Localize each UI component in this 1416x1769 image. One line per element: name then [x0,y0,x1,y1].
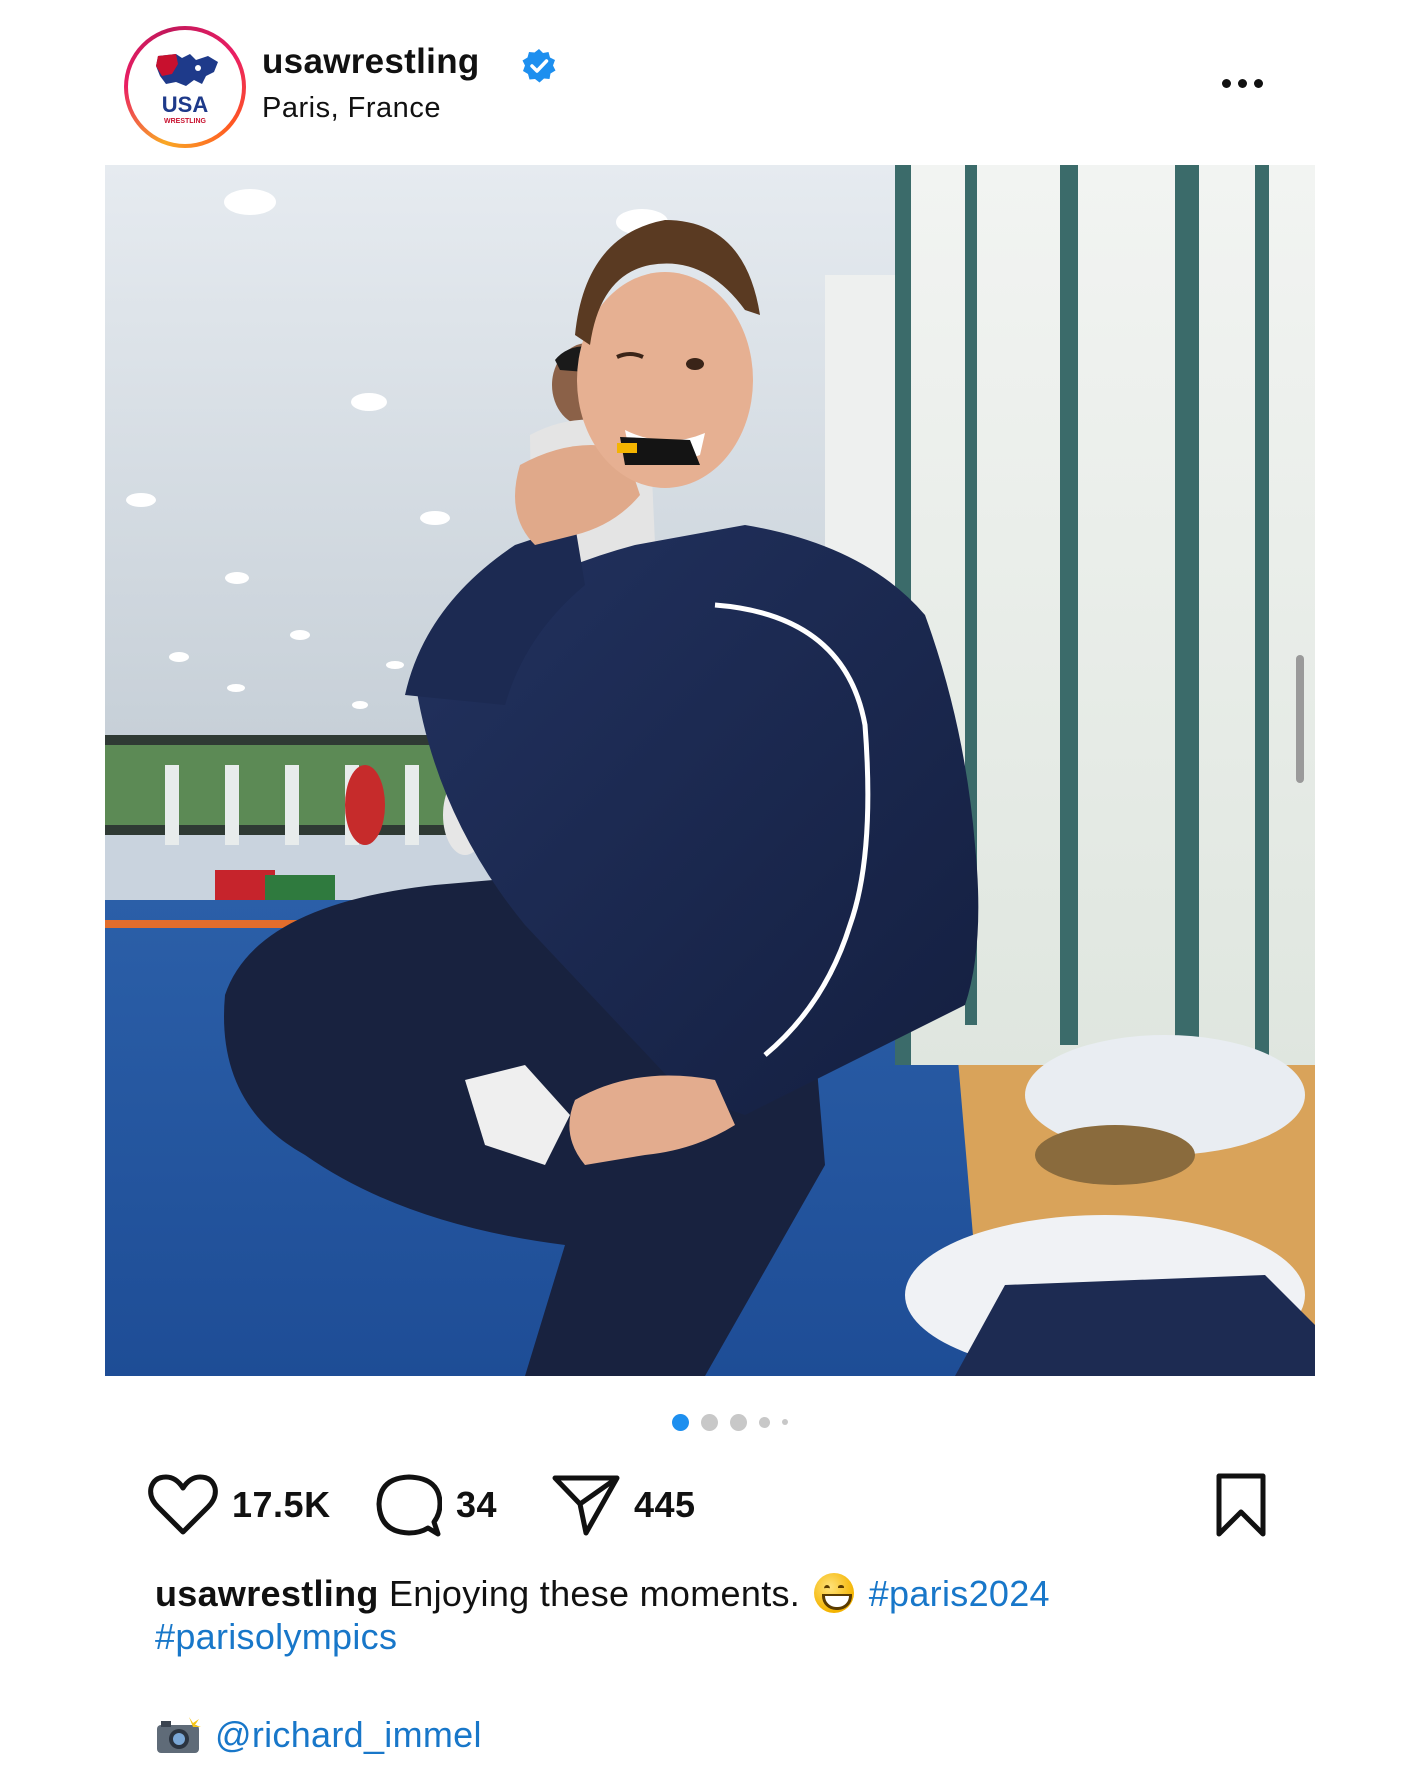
post-username[interactable]: usawrestling [262,42,480,82]
send-icon [552,1475,620,1536]
heart-icon [148,1474,218,1535]
hashtag-link[interactable]: #paris2024 [869,1573,1050,1614]
carousel-indicator [672,1412,788,1432]
carousel-dot-active[interactable] [672,1413,689,1431]
more-options-icon[interactable] [1222,68,1274,98]
like-count: 17.5K [232,1484,331,1525]
carousel-dot[interactable] [782,1419,788,1425]
carousel-dot[interactable] [759,1416,770,1428]
carousel-dot[interactable] [730,1413,747,1431]
like-button[interactable]: 17.5K [148,1470,331,1540]
comment-icon [376,1474,442,1537]
bookmark-icon[interactable] [1211,1472,1271,1538]
post-image[interactable] [105,165,1315,1376]
photo-illustration [105,165,1315,1376]
camera-flash-icon [157,1716,201,1753]
share-button[interactable]: 445 [552,1470,696,1540]
credit-mention-link[interactable]: @richard_immel [215,1713,482,1756]
post-header: USA WRESTLING usawrestling Paris, France [0,0,1416,160]
share-count: 445 [634,1484,696,1525]
comment-count: 34 [456,1484,498,1525]
verified-badge-icon [522,49,556,83]
avatar[interactable]: USA WRESTLING [124,26,246,148]
logo-text: USA [162,92,209,117]
logo-subtext: WRESTLING [164,118,207,125]
post-caption: usawrestling Enjoying these moments. #pa… [155,1572,1255,1658]
usa-wrestling-logo-icon: USA WRESTLING [156,54,218,125]
post-location[interactable]: Paris, France [262,92,441,125]
hashtag-link[interactable]: #parisolympics [155,1616,397,1657]
grinning-face-icon [814,1573,855,1613]
carousel-dot[interactable] [701,1413,718,1431]
comment-button[interactable]: 34 [376,1470,497,1540]
action-bar: 17.5K 34 445 [148,1470,1278,1540]
caption-text: Enjoying these moments. [388,1573,801,1614]
scrollbar[interactable] [1296,655,1304,783]
photo-credit: @richard_immel [155,1713,482,1756]
caption-username[interactable]: usawrestling [155,1573,379,1614]
